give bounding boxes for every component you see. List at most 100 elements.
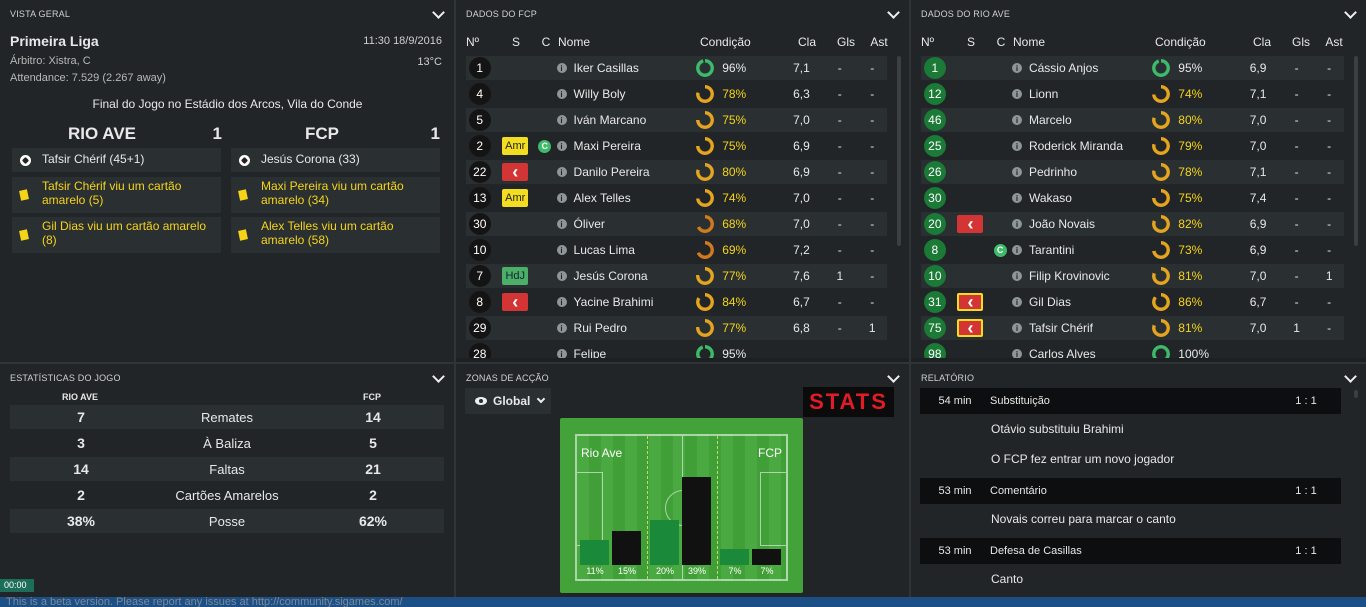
info-icon[interactable]: i [1011, 115, 1022, 125]
col-condition[interactable]: Condição [700, 35, 786, 49]
player-row[interactable]: 10 i Lucas Lima 69% 7,2 - - [466, 238, 887, 262]
info-icon[interactable]: i [556, 193, 567, 203]
player-row[interactable]: 20 ‹ i João Novais 82% 6,9 - - [921, 212, 1344, 236]
chevron-down-icon[interactable] [432, 8, 444, 20]
player-name[interactable]: Roderick Miranda [1029, 139, 1123, 153]
info-icon[interactable]: i [1011, 141, 1022, 151]
player-name[interactable]: Lucas Lima [574, 243, 635, 257]
col-c[interactable]: C [989, 35, 1013, 49]
player-row[interactable]: 30 i Wakaso 75% 7,4 - - [921, 186, 1344, 210]
player-name[interactable]: Maxi Pereira [574, 139, 641, 153]
col-name[interactable]: Nome [558, 35, 700, 49]
scrollbar[interactable] [1354, 56, 1358, 246]
col-assists[interactable]: Ast [1319, 35, 1349, 49]
col-name[interactable]: Nome [1013, 35, 1155, 49]
info-icon[interactable]: i [1011, 219, 1022, 229]
scrollbar[interactable] [897, 56, 901, 246]
col-assists[interactable]: Ast [864, 35, 894, 49]
player-row[interactable]: 12 i Lionn 74% 7,1 - - [921, 82, 1344, 106]
info-icon[interactable]: i [556, 63, 567, 73]
home-event-goal[interactable]: Tafsir Chérif (45+1) [12, 148, 221, 172]
report-event-header[interactable]: 53 min Defesa de Casillas 1 : 1 [920, 538, 1341, 564]
player-name[interactable]: Tarantini [1029, 243, 1074, 257]
player-row[interactable]: 29 i Rui Pedro 77% 6,8 - 1 [466, 316, 887, 340]
player-name[interactable]: Yacine Brahimi [574, 295, 654, 309]
info-icon[interactable]: i [556, 297, 567, 307]
col-rating[interactable]: Cla [1241, 35, 1283, 49]
chevron-down-icon[interactable] [1344, 372, 1356, 384]
info-icon[interactable]: i [556, 245, 567, 255]
col-goals[interactable]: Gls [828, 35, 864, 49]
player-row[interactable]: 8 Ci Tarantini 73% 6,9 - - [921, 238, 1344, 262]
away-team-name[interactable]: FCP [232, 124, 412, 144]
player-name[interactable]: Filip Krovinovic [1029, 269, 1110, 283]
player-row[interactable]: 28 i Felipe 95% [466, 342, 887, 358]
info-icon[interactable]: i [1011, 89, 1022, 99]
chevron-down-icon[interactable] [432, 372, 444, 384]
info-icon[interactable]: i [1011, 167, 1022, 177]
player-row[interactable]: 5 i Iván Marcano 75% 7,0 - - [466, 108, 887, 132]
view-dropdown[interactable]: Global [465, 388, 551, 414]
player-row[interactable]: 75 ‹ i Tafsir Chérif 81% 7,0 1 - [921, 316, 1344, 340]
player-row[interactable]: 2 Amr Ci Maxi Pereira 75% 6,9 - - [466, 134, 887, 158]
col-no[interactable]: Nº [466, 35, 494, 49]
chevron-down-icon[interactable] [1344, 8, 1356, 20]
info-icon[interactable]: i [556, 167, 567, 177]
player-row[interactable]: 1 i Iker Casillas 96% 7,1 - - [466, 56, 887, 80]
col-no[interactable]: Nº [921, 35, 949, 49]
info-icon[interactable]: i [1011, 271, 1022, 281]
player-name[interactable]: Cássio Anjos [1029, 61, 1098, 75]
player-name[interactable]: Iván Marcano [574, 113, 647, 127]
player-name[interactable]: Alex Telles [574, 191, 631, 205]
home-event-yellow[interactable]: Gil Dias viu um cartão amarelo (8) [12, 217, 221, 253]
player-row[interactable]: 98 i Carlos Alves 100% [921, 342, 1344, 358]
player-row[interactable]: 46 i Marcelo 80% 7,0 - - [921, 108, 1344, 132]
info-icon[interactable]: i [1011, 193, 1022, 203]
player-row[interactable]: 22 ‹ i Danilo Pereira 80% 6,9 - - [466, 160, 887, 184]
info-icon[interactable]: i [556, 115, 567, 125]
col-s[interactable]: S [498, 35, 534, 49]
info-icon[interactable]: i [1011, 245, 1022, 255]
player-name[interactable]: Rui Pedro [574, 321, 627, 335]
player-name[interactable]: Óliver [574, 217, 605, 231]
scrollbar[interactable] [1354, 390, 1358, 398]
away-event-yellow[interactable]: Maxi Pereira viu um cartão amarelo (34) [231, 177, 440, 213]
info-icon[interactable]: i [1011, 323, 1022, 333]
chevron-down-icon[interactable] [887, 8, 899, 20]
player-row[interactable]: 30 i Óliver 68% 7,0 - - [466, 212, 887, 236]
report-event-header[interactable]: 53 min Comentário 1 : 1 [920, 478, 1341, 504]
player-name[interactable]: Felipe [574, 347, 607, 358]
col-rating[interactable]: Cla [786, 35, 828, 49]
info-icon[interactable]: i [1011, 349, 1022, 358]
home-event-yellow[interactable]: Tafsir Chérif viu um cartão amarelo (5) [12, 177, 221, 213]
col-goals[interactable]: Gls [1283, 35, 1319, 49]
player-name[interactable]: Marcelo [1029, 113, 1072, 127]
player-row[interactable]: 13 Amr i Alex Telles 74% 7,0 - - [466, 186, 887, 210]
player-row[interactable]: 4 i Willy Boly 78% 6,3 - - [466, 82, 887, 106]
info-icon[interactable]: i [1011, 63, 1022, 73]
report-event-header[interactable]: 54 min Substituição 1 : 1 [920, 388, 1341, 414]
player-name[interactable]: Gil Dias [1029, 295, 1071, 309]
player-name[interactable]: Danilo Pereira [574, 165, 650, 179]
player-row[interactable]: 10 i Filip Krovinovic 81% 7,0 - 1 [921, 264, 1344, 288]
col-condition[interactable]: Condição [1155, 35, 1241, 49]
player-name[interactable]: Iker Casillas [574, 61, 639, 75]
player-name[interactable]: Carlos Alves [1029, 347, 1096, 358]
info-icon[interactable]: i [1011, 297, 1022, 307]
chevron-down-icon[interactable] [887, 372, 899, 384]
player-name[interactable]: João Novais [1029, 217, 1095, 231]
away-event-yellow[interactable]: Alex Telles viu um cartão amarelo (58) [231, 217, 440, 253]
player-name[interactable]: Jesús Corona [574, 269, 648, 283]
info-icon[interactable]: i [556, 89, 567, 99]
player-name[interactable]: Wakaso [1029, 191, 1072, 205]
player-row[interactable]: 31 ‹ i Gil Dias 86% 6,7 - - [921, 290, 1344, 314]
home-team-name[interactable]: RIO AVE [12, 124, 192, 144]
col-s[interactable]: S [953, 35, 989, 49]
player-name[interactable]: Willy Boly [574, 87, 626, 101]
player-name[interactable]: Tafsir Chérif [1029, 321, 1093, 335]
player-row[interactable]: 26 i Pedrinho 78% 7,1 - - [921, 160, 1344, 184]
player-row[interactable]: 25 i Roderick Miranda 79% 7,0 - - [921, 134, 1344, 158]
player-name[interactable]: Lionn [1029, 87, 1058, 101]
player-row[interactable]: 8 ‹ i Yacine Brahimi 84% 6,7 - - [466, 290, 887, 314]
col-c[interactable]: C [534, 35, 558, 49]
